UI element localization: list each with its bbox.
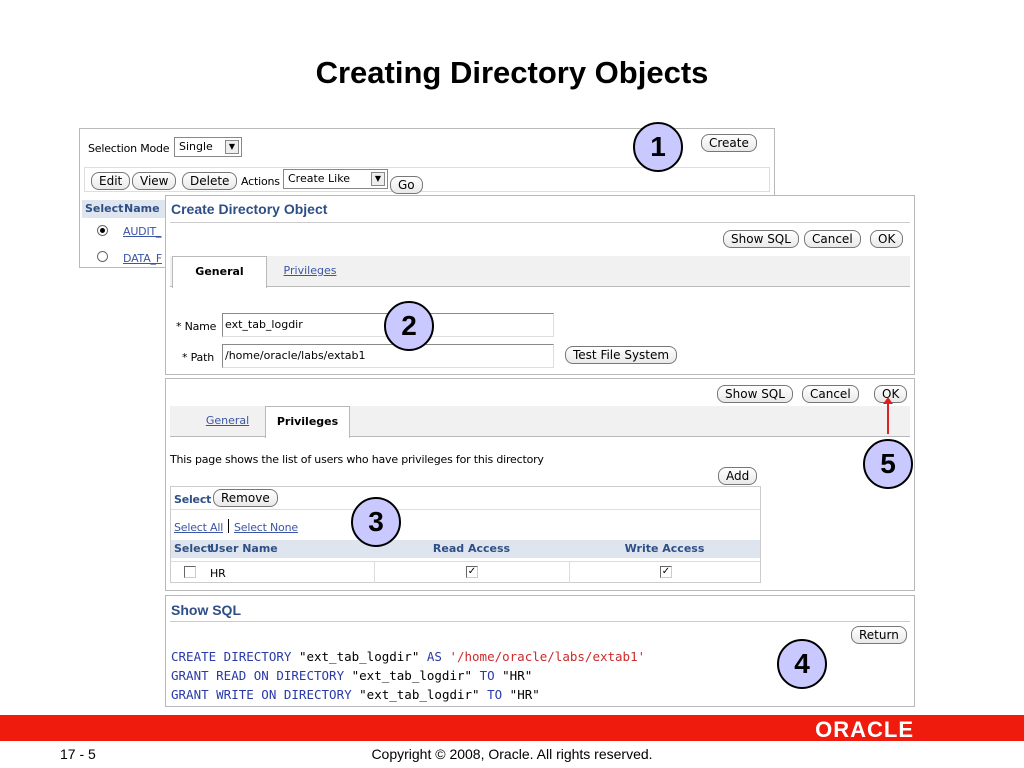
remove-button[interactable]: Remove (213, 489, 278, 507)
column-select: Select (85, 202, 124, 215)
sql-line: GRANT READ ON DIRECTORY "ext_tab_logdir"… (171, 668, 532, 683)
table-row: DATA_F (82, 248, 170, 270)
name-input-value: ext_tab_logdir (225, 318, 303, 331)
return-button[interactable]: Return (851, 626, 907, 644)
callout-3: 3 (351, 497, 401, 547)
sql-token: CREATE DIRECTORY (171, 649, 299, 664)
dropdown-arrow-icon: ▼ (225, 140, 239, 154)
path-input[interactable]: /home/oracle/labs/extab1 (222, 344, 554, 368)
sql-token: GRANT WRITE ON DIRECTORY (171, 687, 360, 702)
show-sql-button[interactable]: Show SQL (717, 385, 793, 403)
row-radio[interactable] (97, 251, 108, 262)
row-name-link[interactable]: DATA_F (123, 252, 162, 265)
actions-select[interactable]: Create Like ▼ (283, 169, 388, 189)
selection-mode-label: Selection Mode (88, 142, 170, 155)
tab-privileges[interactable]: Privileges (265, 406, 350, 438)
slide-title: Creating Directory Objects (315, 55, 709, 90)
column-user-name: User Name (210, 542, 278, 555)
row-name-link[interactable]: AUDIT_ (123, 225, 162, 238)
footer-bar: ORACLE (0, 715, 1024, 742)
sql-token: GRANT READ ON DIRECTORY (171, 668, 352, 683)
select-all-link[interactable]: Select All (174, 521, 223, 534)
sql-token: "HR" (509, 687, 540, 702)
actions-value: Create Like (288, 172, 350, 185)
show-sql-header: Show SQL (171, 602, 241, 618)
column-name: Name (124, 202, 160, 215)
oracle-logo: ORACLE (815, 717, 914, 742)
ok-button[interactable]: OK (870, 230, 904, 248)
tab-general-label: General (195, 265, 244, 278)
cancel-button[interactable]: Cancel (802, 385, 859, 403)
privileges-table-header: Select User Name Read Access Write Acces… (171, 540, 760, 558)
cell-divider (374, 562, 375, 583)
link-separator (228, 519, 229, 533)
callout-5: 5 (863, 439, 913, 489)
column-read-access: Read Access (432, 542, 511, 555)
copyright-text: Copyright © 2008, Oracle. All rights res… (371, 746, 653, 762)
callout-5-arrowhead (883, 397, 893, 404)
callout-5-connector (887, 400, 889, 434)
sql-token: "ext_tab_logdir" (359, 687, 488, 702)
view-button[interactable]: View (132, 172, 177, 190)
tab-privileges[interactable]: Privileges (267, 256, 353, 288)
header-underline (170, 621, 910, 622)
sql-token: "ext_tab_logdir" (351, 668, 480, 683)
table-row: AUDIT_ (82, 221, 170, 243)
callout-2: 2 (384, 301, 434, 351)
selection-mode-select[interactable]: Single ▼ (174, 137, 242, 157)
row-radio[interactable] (97, 225, 108, 236)
show-sql-button[interactable]: Show SQL (723, 230, 799, 248)
privileges-tabs: General Privileges (170, 406, 910, 438)
sql-token: "HR" (502, 668, 533, 683)
tab-general-link[interactable]: General (206, 414, 249, 427)
tab-general[interactable]: General (185, 406, 270, 438)
name-label: * Name (176, 320, 217, 333)
actions-label: Actions (241, 175, 280, 188)
sql-token: TO (479, 668, 503, 683)
dropdown-arrow-icon: ▼ (371, 172, 385, 186)
cancel-button[interactable]: Cancel (804, 230, 861, 248)
sql-token: AS (426, 649, 450, 664)
row-user-name: HR (210, 567, 226, 580)
sql-line: GRANT WRITE ON DIRECTORY "ext_tab_logdir… (171, 687, 540, 702)
select-none-link[interactable]: Select None (234, 521, 298, 534)
tab-privileges-link[interactable]: Privileges (284, 264, 337, 277)
select-label: Select (174, 493, 212, 506)
privileges-table: Select Remove Select All Select None Sel… (170, 486, 761, 583)
go-button[interactable]: Go (390, 176, 423, 194)
sql-token: "ext_tab_logdir" (298, 649, 427, 664)
privileges-description: This page shows the list of users who ha… (170, 453, 544, 466)
tab-general[interactable]: General (172, 256, 267, 288)
path-label: * Path (182, 351, 214, 364)
sql-line: CREATE DIRECTORY "ext_tab_logdir" AS '/h… (171, 649, 645, 664)
create-tabs: General Privileges (170, 256, 910, 288)
create-panel-header: Create Directory Object (171, 201, 328, 217)
delete-button[interactable]: Delete (182, 172, 238, 190)
test-file-system-button[interactable]: Test File System (565, 346, 678, 364)
tab-privileges-label: Privileges (276, 415, 339, 428)
edit-button[interactable]: Edit (91, 172, 131, 190)
read-access-checkbox[interactable]: ✓ (466, 566, 478, 578)
column-select: Select (174, 542, 213, 555)
privileges-panel: Show SQL Cancel OK General Privileges Th… (165, 378, 915, 591)
create-directory-panel: Create Directory Object Show SQL Cancel … (165, 195, 915, 375)
create-button[interactable]: Create (701, 134, 757, 152)
cell-divider (569, 562, 570, 583)
column-write-access: Write Access (624, 542, 705, 555)
row-select-checkbox[interactable] (184, 566, 196, 578)
callout-4: 4 (777, 639, 827, 689)
add-button[interactable]: Add (718, 467, 758, 485)
selection-mode-value: Single (179, 140, 213, 153)
sql-token: '/home/oracle/labs/extab1' (449, 649, 646, 664)
write-access-checkbox[interactable]: ✓ (660, 566, 672, 578)
list-table-header: Select Name (82, 200, 172, 218)
table-row: HR ✓ ✓ (171, 561, 760, 583)
path-input-value: /home/oracle/labs/extab1 (225, 349, 366, 362)
callout-1: 1 (633, 122, 683, 172)
header-underline (170, 222, 910, 223)
table-divider (171, 509, 760, 510)
sql-token: TO (487, 687, 510, 702)
